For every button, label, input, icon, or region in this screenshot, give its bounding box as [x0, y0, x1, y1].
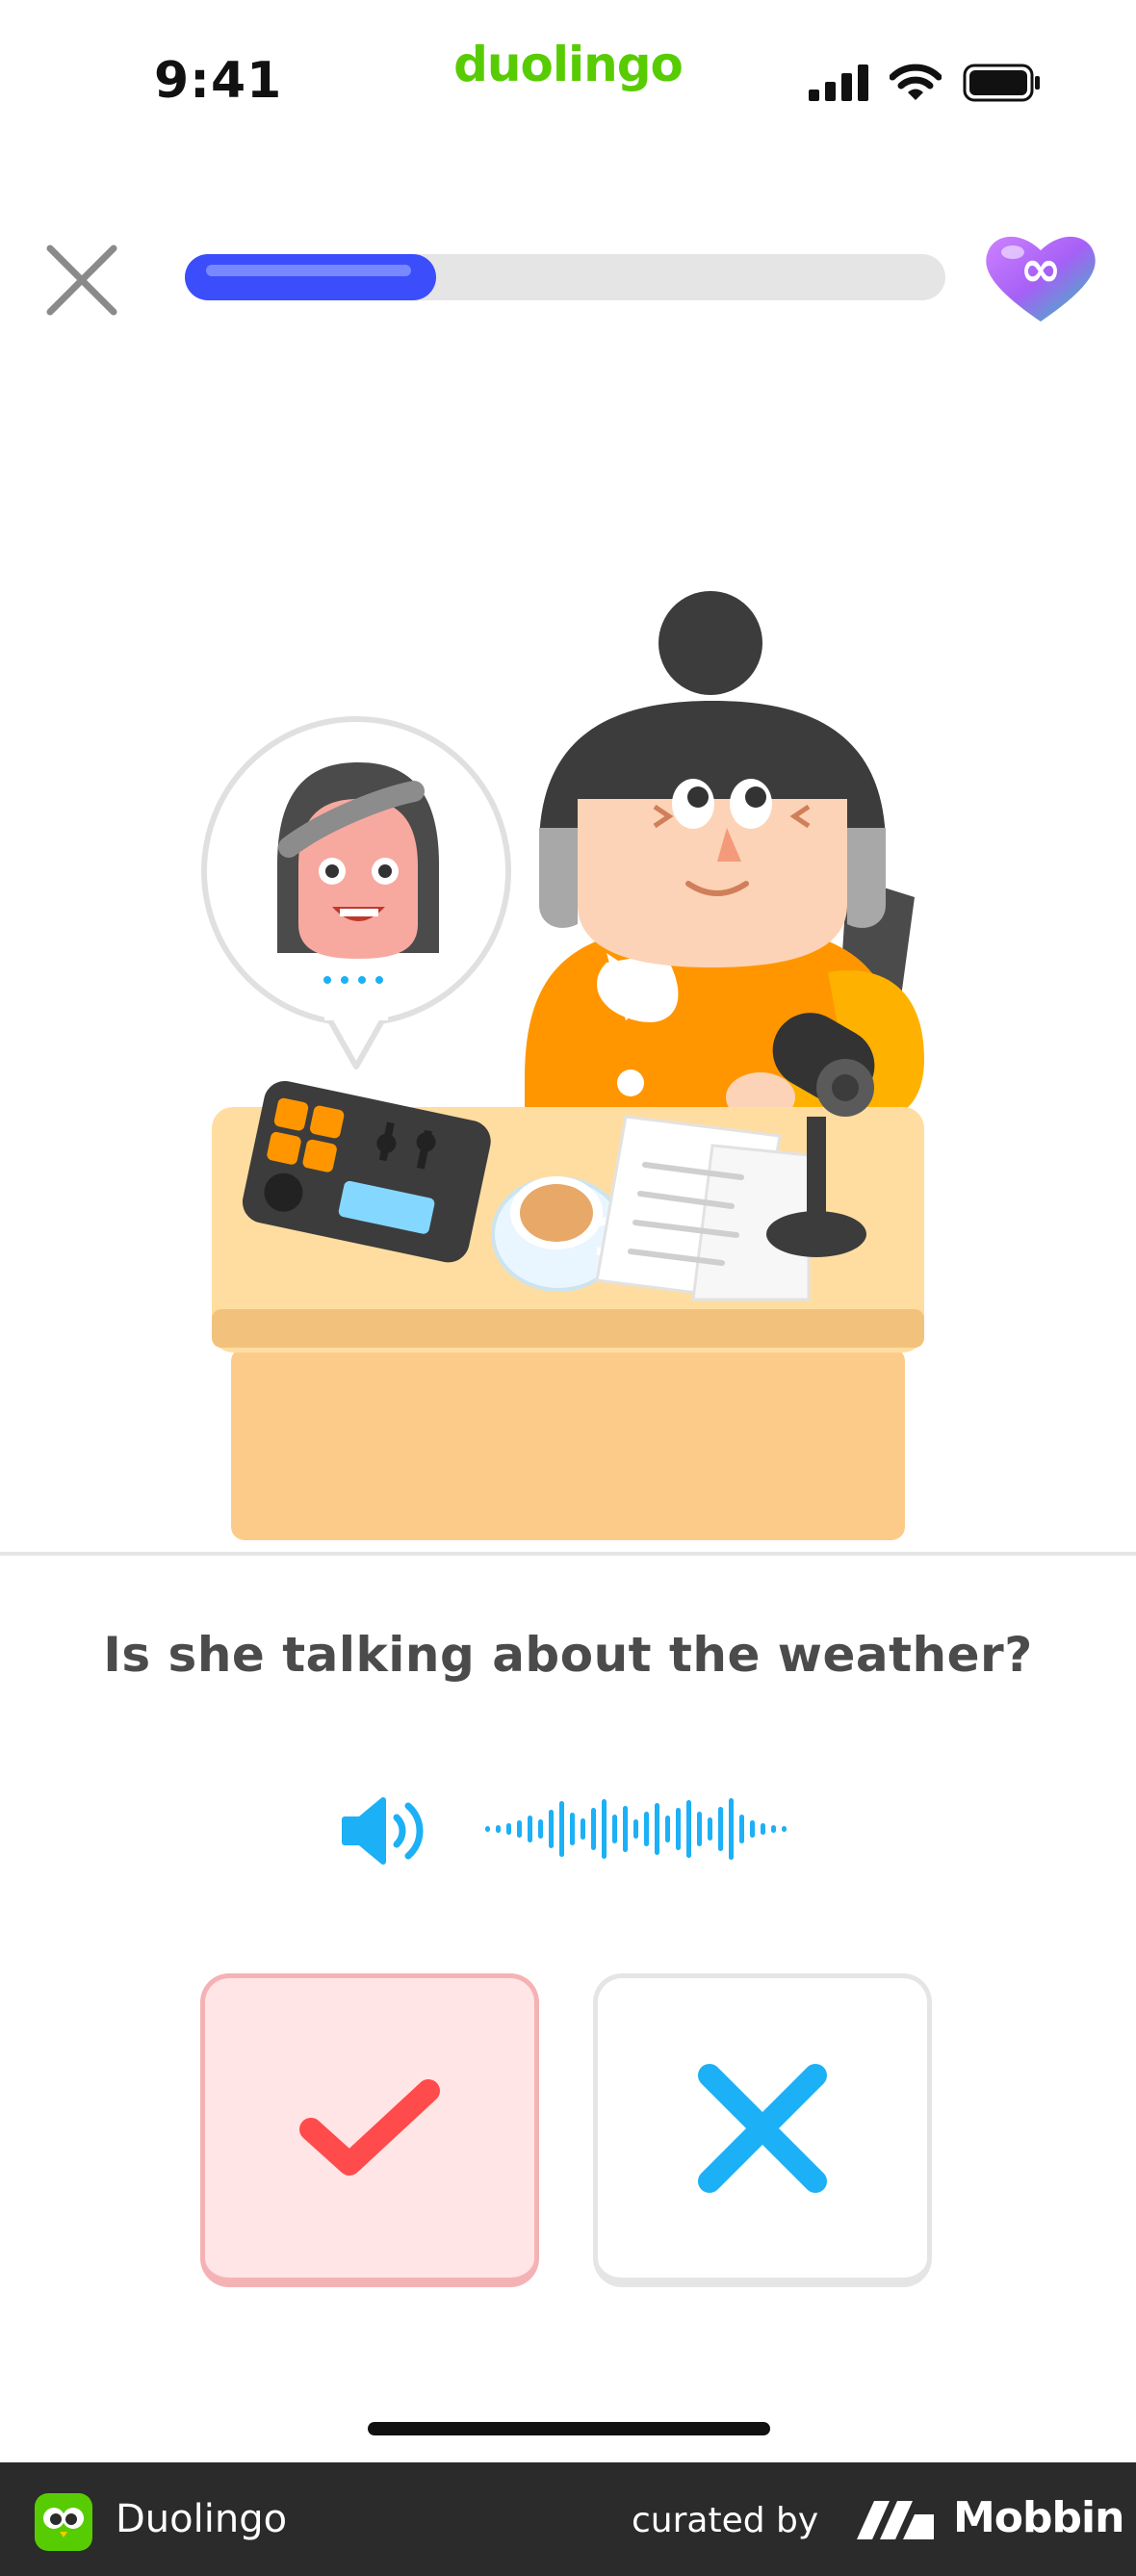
waveform-bar	[623, 1806, 628, 1852]
waveform-bar	[496, 1825, 501, 1833]
waveform-bar	[591, 1808, 596, 1850]
waveform-bar	[655, 1803, 659, 1855]
waveform-bar	[612, 1815, 617, 1843]
waveform-bar	[559, 1801, 564, 1857]
waveform-bar	[686, 1800, 691, 1858]
wifi-icon	[890, 64, 942, 100]
close-icon	[46, 245, 117, 316]
answer-no-button[interactable]	[593, 1973, 932, 2287]
duolingo-app-icon	[35, 2493, 92, 2551]
footer-bar: Duolingo curated by Mobbin	[0, 2462, 1136, 2576]
waveform-bar	[782, 1826, 787, 1832]
waveform-icon	[485, 1798, 787, 1860]
podcast-illustration	[201, 591, 924, 1540]
lesson-progress-shine	[206, 265, 411, 276]
lesson-progress-fill	[185, 254, 436, 300]
waveform-bar	[517, 1820, 522, 1838]
waveform-bar	[644, 1812, 649, 1846]
waveform-bar	[528, 1816, 532, 1842]
section-divider	[0, 1552, 1136, 1556]
waveform-bar	[718, 1807, 723, 1851]
footer-mobbin-brand: Mobbin	[953, 2493, 1124, 2542]
waveform-bar	[570, 1813, 575, 1845]
waveform-bar	[581, 1818, 585, 1840]
footer-curated-by: curated by	[632, 2501, 819, 2540]
signal-icon	[809, 64, 868, 101]
waveform-bar	[549, 1810, 554, 1848]
waveform-bar	[485, 1826, 490, 1832]
waveform-bar	[538, 1819, 543, 1839]
lesson-progress-bar	[185, 254, 945, 300]
waveform-bar	[750, 1820, 755, 1838]
waveform-bar	[676, 1808, 681, 1850]
speech-bubble	[201, 716, 511, 1069]
waveform-bar	[729, 1798, 734, 1860]
waveform-bar	[771, 1825, 776, 1833]
waveform-bar	[761, 1823, 765, 1835]
hearts-indicator[interactable]: ∞	[980, 229, 1101, 325]
question-text: Is she talking about the weather?	[103, 1627, 1033, 1683]
footer-app-name: Duolingo	[116, 2497, 288, 2541]
answer-yes-button[interactable]	[200, 1973, 539, 2287]
home-indicator[interactable]	[368, 2422, 770, 2435]
waveform-bar	[708, 1817, 712, 1841]
audio-player[interactable]	[327, 1790, 809, 1868]
script-papers	[595, 1115, 811, 1301]
mobbin-logo-icon	[857, 2501, 934, 2539]
close-button[interactable]	[40, 239, 123, 322]
speaker-icon	[342, 1797, 424, 1865]
waveform-bar	[697, 1812, 702, 1846]
waveform-bar	[665, 1816, 670, 1842]
battery-icon	[963, 64, 1040, 102]
waveform-bar	[602, 1799, 607, 1859]
x-icon	[698, 2063, 827, 2193]
waveform-bar	[506, 1823, 511, 1835]
checkmark-icon	[299, 2078, 440, 2176]
hearts-count: ∞	[1020, 241, 1062, 298]
waveform-bar	[633, 1819, 638, 1839]
waveform-bar	[739, 1815, 744, 1843]
status-icons	[809, 60, 1042, 106]
